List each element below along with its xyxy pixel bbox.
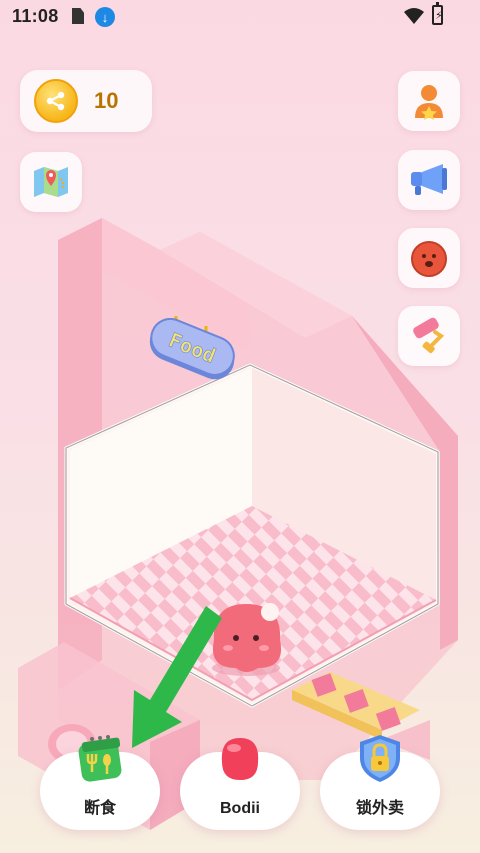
- fasting-nav-button[interactable]: 断食: [40, 735, 160, 830]
- bodii-nav-label: Bodii: [220, 800, 260, 817]
- bodii-nav-button[interactable]: Bodii: [180, 738, 300, 830]
- lock-delivery-nav-label: 锁外卖: [355, 800, 404, 817]
- shield-lock-icon: [360, 735, 400, 782]
- fasting-calendar-icon: [78, 735, 122, 782]
- lock-delivery-nav-button[interactable]: 锁外卖: [320, 735, 440, 830]
- bodii-blob-icon: [221, 738, 259, 780]
- food-machine-illustration: [18, 218, 458, 830]
- food-sign: Food: [149, 318, 235, 380]
- fasting-nav-label: 断食: [83, 800, 116, 817]
